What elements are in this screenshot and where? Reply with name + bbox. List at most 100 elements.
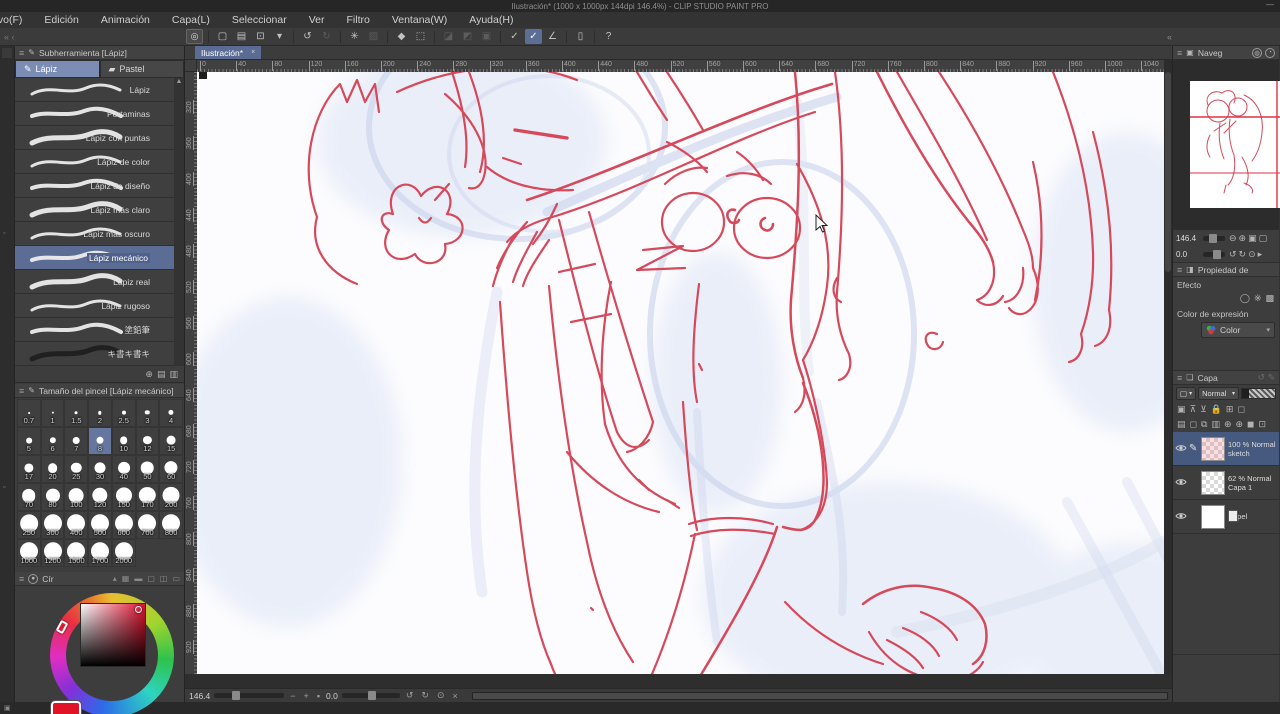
navigator-zoom-slider[interactable] xyxy=(1203,236,1225,241)
toolbar-collapse-left[interactable]: « ‹ xyxy=(0,32,186,42)
brush-item[interactable]: Lápiz de diseño xyxy=(15,174,184,198)
layer-tool-icon-5[interactable]: ◻ xyxy=(1237,404,1244,415)
sel-3-icon[interactable]: ▣ xyxy=(478,29,495,44)
brush-size-250[interactable]: 250 xyxy=(17,511,41,539)
panel-menu-icon[interactable]: ≡ xyxy=(1177,48,1182,58)
brush-item[interactable]: Lápiz xyxy=(15,78,184,102)
menu-item-ventanaw[interactable]: Ventana(W) xyxy=(392,14,447,26)
brush-size-6[interactable]: 6 xyxy=(41,427,65,455)
open-file-icon[interactable]: ▤ xyxy=(233,29,250,44)
color-wheel-panel-header[interactable]: ≡ ● Cír ▴▦▬▢◫▭ xyxy=(15,572,184,586)
nav-zoom-btn-0[interactable]: ⊖ xyxy=(1228,233,1238,243)
sel-2-icon[interactable]: ◩ xyxy=(459,29,476,44)
snap-special-ruler-icon[interactable]: ✓ xyxy=(525,29,542,44)
brush-size-30[interactable]: 30 xyxy=(88,455,112,483)
brush-size-400[interactable]: 400 xyxy=(64,511,88,539)
brush-size-2[interactable]: 2 xyxy=(88,399,112,427)
brush-size-4[interactable]: 4 xyxy=(159,399,183,427)
panel-menu-icon[interactable]: ≡ xyxy=(19,574,24,584)
rotate-ccw-icon[interactable]: ↺ xyxy=(404,690,416,701)
brush-size-70[interactable]: 70 xyxy=(17,483,41,511)
menu-item-archivof[interactable]: Archivo(F) xyxy=(0,14,22,26)
layer-opacity-slider[interactable] xyxy=(1241,388,1276,399)
brush-size-20[interactable]: 20 xyxy=(41,455,65,483)
color-panel-tab-icon-2[interactable]: ▬ xyxy=(134,574,142,583)
brush-item[interactable]: Lápiz más oscuro xyxy=(15,222,184,246)
color-panel-tab-icon-5[interactable]: ▭ xyxy=(172,574,180,583)
foreground-color-swatch[interactable] xyxy=(51,701,81,714)
layers-panel-header[interactable]: ≡ ❏ Capa ↺✎ xyxy=(1173,371,1279,385)
color-panel-tab-icon-3[interactable]: ▢ xyxy=(147,574,155,583)
color-panel-tab-icon-0[interactable]: ▴ xyxy=(113,574,117,583)
brush-size-600[interactable]: 600 xyxy=(112,511,136,539)
brush-size-12[interactable]: 12 xyxy=(136,427,160,455)
panel-menu-icon[interactable]: ≡ xyxy=(19,48,24,58)
menu-item-ayudah[interactable]: Ayuda(H) xyxy=(469,14,513,26)
canvas[interactable] xyxy=(197,72,1164,674)
effect-icon-0[interactable]: ◯ xyxy=(1240,293,1250,304)
layer-row-papel[interactable]: Papel xyxy=(1173,500,1279,534)
brush-size-2000[interactable]: 2000 xyxy=(112,539,136,567)
panel-collapse-button[interactable]: « xyxy=(1167,32,1172,42)
layer-tool-icon-1[interactable]: ◻ xyxy=(1190,419,1197,430)
color-panel-tab-icon-1[interactable]: ▦ xyxy=(122,574,130,583)
tool-strip-tab[interactable] xyxy=(2,48,12,58)
fill-icon[interactable]: ◆ xyxy=(393,29,410,44)
layer-tool-icon-3[interactable]: 🔒 xyxy=(1211,404,1222,415)
zoom-out-icon[interactable]: − xyxy=(288,691,297,701)
layer-tool-icon-2[interactable]: ⧉ xyxy=(1201,419,1207,430)
layer-tool-icon-5[interactable]: ⊕ xyxy=(1236,419,1244,430)
brush-size-15[interactable]: 15 xyxy=(159,427,183,455)
brush-size-1[interactable]: 1 xyxy=(41,399,65,427)
nav-rotate-btn-2[interactable]: ⊙ xyxy=(1247,249,1257,259)
rotate-cw-icon[interactable]: ↻ xyxy=(419,690,431,701)
snap-ruler-icon[interactable]: ✓ xyxy=(506,29,523,44)
horizontal-scrollbar[interactable] xyxy=(472,692,1168,700)
flip-icon[interactable]: × xyxy=(450,691,459,701)
help-icon[interactable]: ? xyxy=(600,29,617,44)
brush-size-1700[interactable]: 1700 xyxy=(88,539,112,567)
panel-menu-icon[interactable]: ≡ xyxy=(19,386,24,396)
layer-palette-dropdown[interactable]: ▢▾ xyxy=(1176,387,1196,400)
layer-row-capa1[interactable]: 62 % Normal Capa 1 xyxy=(1173,466,1279,500)
navigator-preview-area[interactable] xyxy=(1173,60,1279,230)
menu-item-ver[interactable]: Ver xyxy=(309,14,325,26)
brush-item[interactable]: Lápiz con puntas xyxy=(15,126,184,150)
tool-strip[interactable]: ◦ ▫ xyxy=(0,46,15,702)
brush-size-2.5[interactable]: 2.5 xyxy=(112,399,136,427)
navigator-header-icon-1[interactable]: ◔ xyxy=(1265,48,1275,58)
document-tab[interactable]: Ilustración* × xyxy=(195,46,261,59)
subtool-tab-lpiz[interactable]: ✎Lápiz xyxy=(15,60,100,78)
new-file-icon[interactable]: ▢ xyxy=(214,29,231,44)
clear-icon[interactable]: ✳ xyxy=(346,29,363,44)
brush-size-700[interactable]: 700 xyxy=(136,511,160,539)
zoom-in-icon[interactable]: + xyxy=(302,691,311,701)
brush-size-3[interactable]: 3 xyxy=(136,399,160,427)
brush-item[interactable]: Lápiz real xyxy=(15,270,184,294)
brush-size-800[interactable]: 800 xyxy=(159,511,183,539)
brush-list-scrollbar[interactable]: ▲ xyxy=(174,78,184,366)
expression-color-dropdown[interactable]: Color ▾ xyxy=(1201,322,1275,338)
panel-menu-icon[interactable]: ≡ xyxy=(1177,265,1182,275)
brush-size-40[interactable]: 40 xyxy=(112,455,136,483)
effect-icon-1[interactable]: ※ xyxy=(1254,293,1262,304)
brush-size-25[interactable]: 25 xyxy=(64,455,88,483)
brush-size-1200[interactable]: 1200 xyxy=(41,539,65,567)
menu-item-capal[interactable]: Capa(L) xyxy=(172,14,210,26)
nav-zoom-btn-1[interactable]: ⊕ xyxy=(1238,233,1248,243)
brush-size-150[interactable]: 150 xyxy=(112,483,136,511)
brush-size-200[interactable]: 200 xyxy=(159,483,183,511)
brush-size-300[interactable]: 300 xyxy=(41,511,65,539)
brush-item[interactable]: Lápiz rugoso xyxy=(15,294,184,318)
blend-mode-dropdown[interactable]: Normal ▾ xyxy=(1198,387,1239,400)
layers-header-icon-0[interactable]: ↺ xyxy=(1258,372,1265,383)
brush-size-1000[interactable]: 1000 xyxy=(17,539,41,567)
brush-size-1500[interactable]: 1500 xyxy=(64,539,88,567)
delete-brush-icon[interactable]: ▥ xyxy=(169,369,178,380)
layer-tool-icon-2[interactable]: ⊻ xyxy=(1200,404,1207,415)
nav-rotate-btn-3[interactable]: ▸ xyxy=(1257,249,1264,259)
menu-item-animacin[interactable]: Animación xyxy=(101,14,150,26)
redo-icon[interactable]: ↻ xyxy=(318,29,335,44)
layer-tool-icon-7[interactable]: ⊡ xyxy=(1259,419,1267,430)
brush-item[interactable]: キ書キ書キ xyxy=(15,342,184,366)
